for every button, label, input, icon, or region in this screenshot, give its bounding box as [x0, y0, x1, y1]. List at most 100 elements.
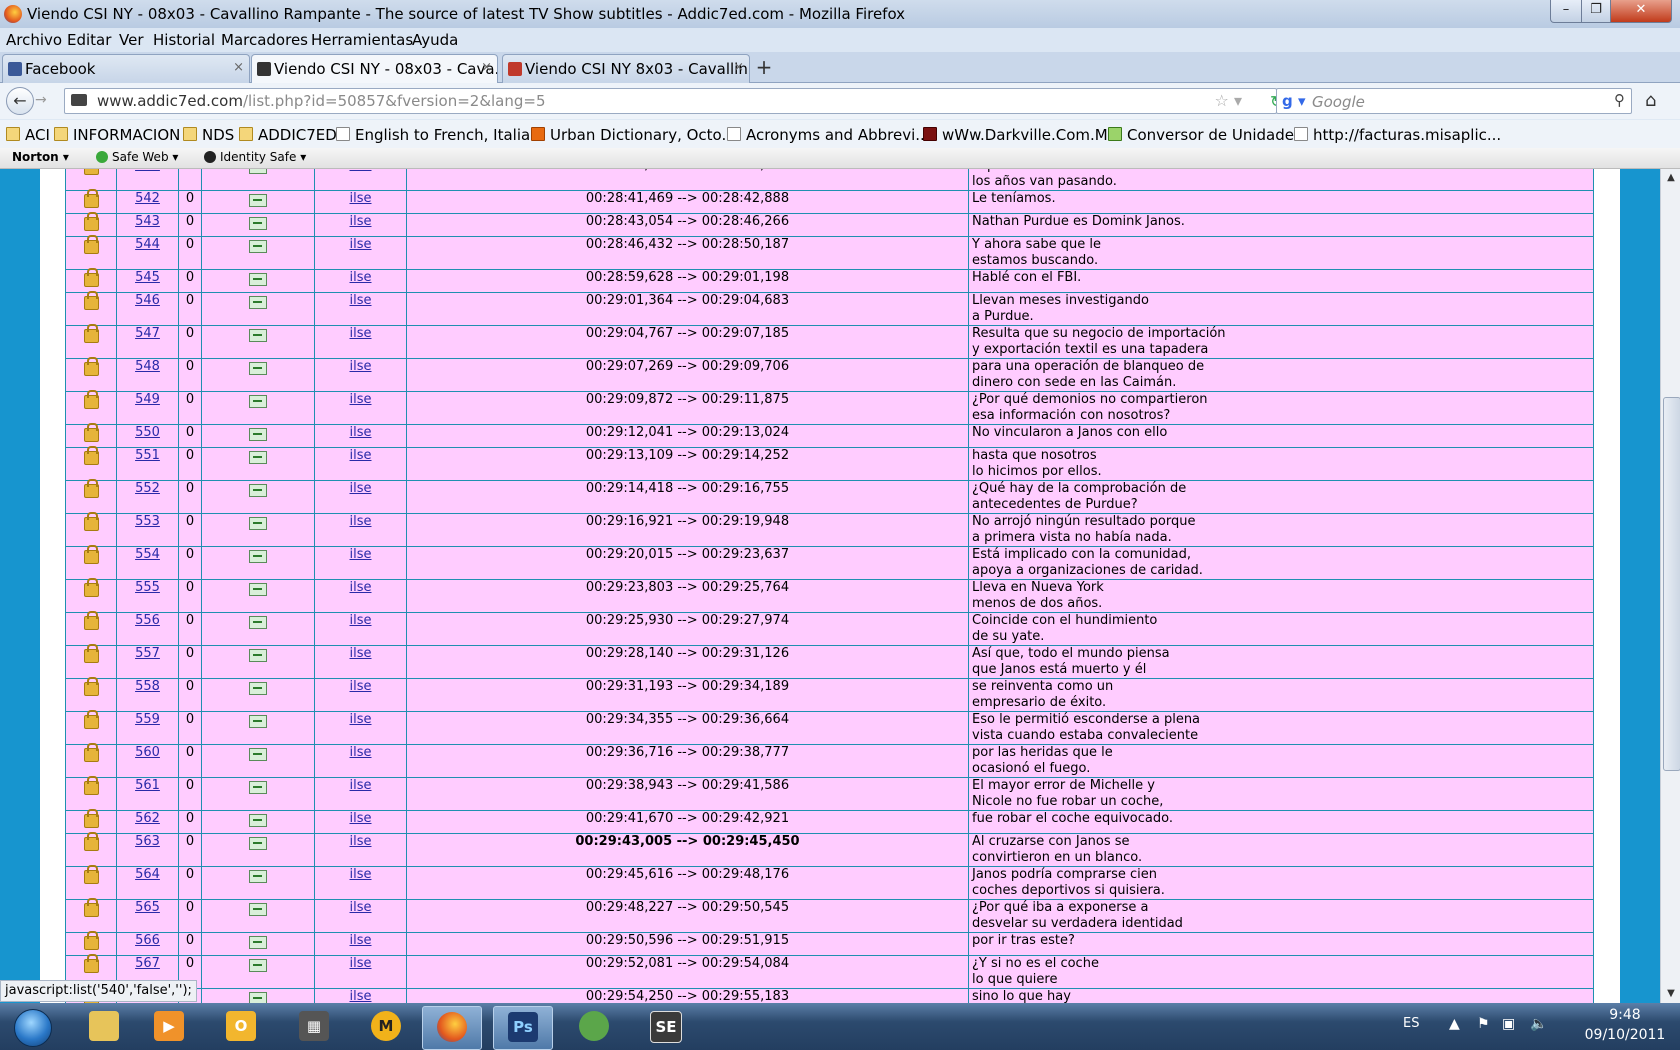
subtitle-text-cell[interactable]: Resulta que su negocio de importación y … [968, 325, 1594, 359]
lock-cell[interactable] [65, 169, 117, 191]
tab-viendo-csi-active[interactable]: Viendo CSI NY - 08x03 - Cava... × [251, 54, 498, 84]
lock-icon[interactable] [83, 865, 99, 884]
edit-cell[interactable] [201, 546, 315, 580]
user-link[interactable]: ilse [350, 425, 372, 440]
network-icon[interactable]: ▣ [1502, 1016, 1515, 1032]
line-number-cell[interactable]: 564 [116, 866, 179, 900]
subtitle-text-cell[interactable]: Y ahora sabe que le estamos buscando. [968, 236, 1594, 270]
user-link[interactable]: ilse [350, 834, 372, 849]
user-link[interactable]: ilse [350, 191, 372, 206]
line-number-cell[interactable]: 562 [116, 810, 179, 834]
line-number-cell[interactable]: 547 [116, 325, 179, 359]
taskbar-movie-maker[interactable]: ▦ [285, 1006, 343, 1048]
user-cell[interactable]: ilse [314, 777, 407, 811]
user-cell[interactable]: ilse [314, 269, 407, 293]
lock-cell[interactable] [65, 865, 117, 900]
edit-cell[interactable] [201, 711, 315, 745]
line-number-cell[interactable]: 561 [116, 777, 179, 811]
edit-cell[interactable] [201, 480, 315, 514]
lock-icon[interactable] [83, 390, 99, 409]
user-link[interactable]: ilse [350, 679, 372, 694]
lock-icon[interactable] [83, 931, 99, 950]
edit-line-icon[interactable] [249, 329, 267, 342]
user-cell[interactable]: ilse [314, 579, 407, 613]
lock-cell[interactable] [65, 931, 117, 956]
user-link[interactable]: ilse [350, 933, 372, 948]
subtitle-text-cell[interactable]: ¿Por qué demonios no compartieron esa in… [968, 391, 1594, 425]
taskbar-explorer[interactable] [75, 1006, 133, 1048]
line-number-cell[interactable]: 545 [116, 269, 179, 293]
line-number-link[interactable]: 555 [135, 580, 160, 595]
line-number-link[interactable]: 558 [135, 679, 160, 694]
edit-cell[interactable] [201, 777, 315, 811]
user-link[interactable]: ilse [350, 214, 372, 229]
edit-line-icon[interactable] [249, 428, 267, 441]
bookmark-urban-dictionary[interactable]: Urban Dictionary, Octo... [531, 126, 736, 144]
edit-line-icon[interactable] [249, 194, 267, 207]
edit-line-icon[interactable] [249, 217, 267, 230]
lock-icon[interactable] [83, 357, 99, 376]
line-number-link[interactable]: 545 [135, 270, 160, 285]
edit-line-icon[interactable] [249, 748, 267, 761]
lock-cell[interactable] [65, 611, 117, 646]
user-link[interactable]: ilse [350, 392, 372, 407]
subtitle-text-cell[interactable]: sino lo que hay en su interior? [968, 988, 1594, 1003]
bookmark-folder-informacion[interactable]: INFORMACION [54, 126, 180, 144]
user-cell[interactable]: ilse [314, 678, 407, 712]
edit-cell[interactable] [201, 833, 315, 867]
menu-ver[interactable]: Ver [119, 31, 144, 49]
subtitle-text-cell[interactable]: Al cruzarse con Janos se convirtieron en… [968, 833, 1594, 867]
lock-icon[interactable] [83, 235, 99, 254]
line-number-cell[interactable]: 552 [116, 480, 179, 514]
user-cell[interactable]: ilse [314, 810, 407, 834]
line-number-link[interactable]: 560 [135, 745, 160, 760]
lock-icon[interactable] [83, 479, 99, 498]
lock-icon[interactable] [83, 324, 99, 343]
scrollbar-thumb[interactable] [1663, 397, 1680, 771]
user-link[interactable]: ilse [350, 481, 372, 496]
line-number-link[interactable]: 553 [135, 514, 160, 529]
subtitle-text-cell[interactable]: ¿Por qué iba a exponerse a desvelar su v… [968, 899, 1594, 933]
edit-line-icon[interactable] [249, 837, 267, 850]
url-bar[interactable]: www.addic7ed.com/list.php?id=50857&fvers… [64, 88, 1277, 114]
lock-cell[interactable] [65, 446, 117, 481]
menu-historial[interactable]: Historial [153, 31, 215, 49]
lock-cell[interactable] [65, 189, 117, 214]
close-window-button[interactable]: ✕ [1610, 0, 1672, 23]
edit-cell[interactable] [201, 932, 315, 956]
user-cell[interactable]: ilse [314, 358, 407, 392]
line-number-link[interactable]: 561 [135, 778, 160, 793]
line-number-cell[interactable]: 543 [116, 213, 179, 237]
lock-cell[interactable] [65, 809, 117, 834]
lock-cell[interactable] [65, 291, 117, 326]
lock-cell[interactable] [65, 479, 117, 514]
tab-viendo-csi-2[interactable]: Viendo CSI NY 8x03 - Cavallin... × [502, 54, 750, 83]
lock-icon[interactable] [83, 644, 99, 663]
line-number-cell[interactable]: 549 [116, 391, 179, 425]
user-cell[interactable]: ilse [314, 169, 407, 191]
user-cell[interactable]: ilse [314, 711, 407, 745]
bookmark-star-icon[interactable]: ☆ ▾ [1215, 91, 1242, 110]
user-link[interactable]: ilse [350, 646, 372, 661]
line-number-cell[interactable]: 563 [116, 833, 179, 867]
edit-cell[interactable] [201, 292, 315, 326]
lock-icon[interactable] [83, 611, 99, 630]
lock-icon[interactable] [83, 954, 99, 973]
line-number-link[interactable]: 548 [135, 359, 160, 374]
lock-cell[interactable] [65, 677, 117, 712]
user-link[interactable]: ilse [350, 293, 372, 308]
lock-icon[interactable] [83, 710, 99, 729]
search-input[interactable]: g ▾ Google ⚲ [1276, 88, 1632, 114]
user-link[interactable]: ilse [350, 580, 372, 595]
taskbar-outlook[interactable]: O [212, 1006, 270, 1048]
user-link[interactable]: ilse [350, 237, 372, 252]
lock-cell[interactable] [65, 644, 117, 679]
lock-icon[interactable] [83, 809, 99, 828]
clock-time[interactable]: 9:48 [1575, 1007, 1675, 1023]
language-indicator[interactable]: ES [1403, 1016, 1419, 1031]
edit-cell[interactable] [201, 358, 315, 392]
edit-line-icon[interactable] [249, 903, 267, 916]
edit-line-icon[interactable] [249, 240, 267, 253]
line-number-cell[interactable]: 557 [116, 645, 179, 679]
lock-icon[interactable] [83, 291, 99, 310]
